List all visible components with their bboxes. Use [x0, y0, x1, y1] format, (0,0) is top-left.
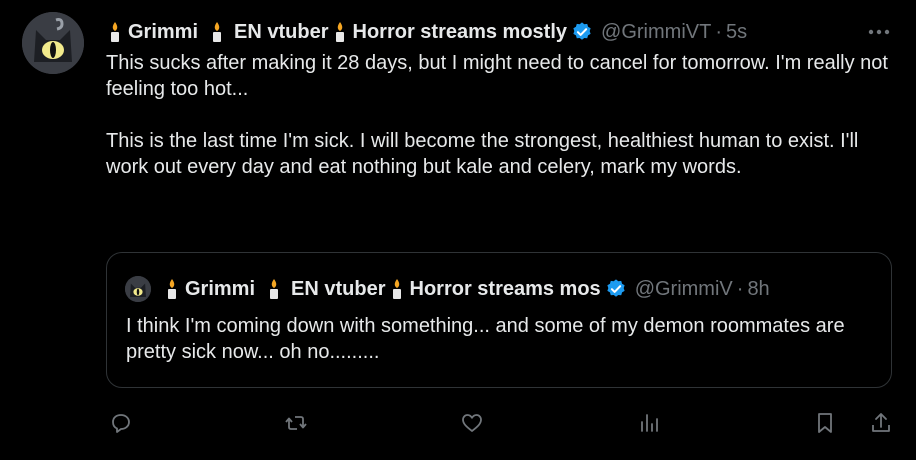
tweet-text: This sucks after making it 28 days, but … [106, 50, 896, 180]
quoted-handle: @GrimmiV [634, 277, 733, 300]
quoted-avatar [125, 276, 151, 302]
views-chart-icon [641, 414, 658, 432]
heart-icon [462, 414, 482, 432]
candle-icon [335, 22, 344, 42]
display-name-part-1[interactable]: Grimmi [128, 21, 198, 44]
avatar[interactable] [22, 12, 84, 74]
more-dots-icon [868, 29, 890, 35]
verified-badge-icon[interactable] [571, 21, 593, 43]
quoted-display-name-part-3: Horror streams mos [409, 277, 601, 300]
bookmark-button[interactable] [810, 408, 840, 438]
share-icon [872, 413, 890, 432]
candle-icon [168, 279, 176, 299]
handle[interactable]: @GrimmiVT [601, 21, 711, 44]
bookmark-icon [818, 413, 832, 433]
share-button[interactable] [866, 408, 896, 438]
quoted-timestamp: 8h [747, 277, 770, 300]
verified-badge-icon [607, 279, 625, 297]
views-button[interactable] [634, 408, 664, 438]
separator-dot: · [715, 20, 722, 43]
retweet-button[interactable] [281, 408, 311, 438]
candle-icon [213, 22, 222, 42]
timestamp[interactable]: 5s [726, 21, 747, 44]
more-options-button[interactable] [864, 20, 894, 44]
quoted-tweet-text: I think I'm coming down with something..… [126, 315, 845, 363]
candle-icon [392, 279, 401, 299]
retweet-icon [285, 416, 307, 430]
quoted-display-name-part-2: EN vtuber [291, 277, 386, 300]
display-name-part-2[interactable]: EN vtuber [234, 21, 328, 44]
tweet-header: Grimmi EN vtuber Horror streams mostly @… [108, 18, 747, 46]
tweet-paragraph-1: This sucks after making it 28 days, but … [106, 52, 888, 100]
tweet-paragraph-2: This is the last time I'm sick. I will b… [106, 130, 859, 178]
quoted-tweet-card[interactable]: Grimmi EN vtuber Horror streams mos @Gri… [106, 252, 892, 388]
like-button[interactable] [457, 408, 487, 438]
candle-icon [111, 22, 119, 42]
action-bar [0, 408, 916, 442]
cat-avatar-icon [22, 12, 84, 74]
quoted-display-name-part-1: Grimmi [185, 277, 256, 300]
candle-icon [270, 279, 279, 299]
quoted-tweet-header: Grimmi EN vtuber Horror streams mos @Gri… [165, 275, 770, 303]
reply-icon [112, 414, 130, 433]
quoted-separator-dot: · [736, 277, 744, 300]
cat-avatar-icon [125, 276, 151, 302]
display-name-part-3[interactable]: Horror streams mostly [353, 21, 568, 44]
reply-button[interactable] [106, 408, 136, 438]
